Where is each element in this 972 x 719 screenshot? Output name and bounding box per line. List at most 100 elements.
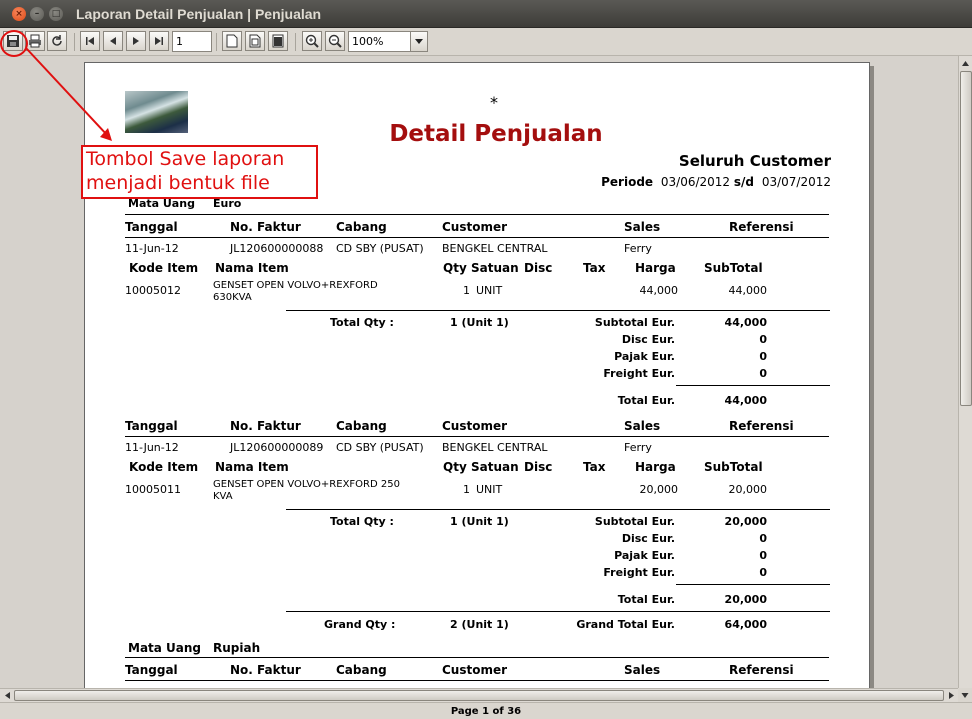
- divider: [286, 509, 830, 510]
- header-no-faktur: No. Faktur: [230, 663, 301, 677]
- customer-scope: Seluruh Customer: [678, 152, 831, 170]
- header-referensi: Referensi: [729, 419, 794, 433]
- scroll-up-button[interactable]: [959, 56, 972, 70]
- item-code: 10005012: [125, 284, 181, 297]
- scroll-right-button[interactable]: [944, 689, 958, 702]
- header-qty: Qty: [443, 460, 467, 474]
- freight-value: 0: [759, 566, 767, 579]
- header-cabang: Cabang: [336, 419, 387, 433]
- horizontal-scrollbar[interactable]: [0, 688, 958, 702]
- vertical-scroll-thumb[interactable]: [960, 71, 972, 406]
- invoice-branch: CD SBY (PUSAT): [336, 242, 424, 255]
- total-value: 20,000: [724, 593, 767, 606]
- disc-label: Disc Eur.: [621, 333, 675, 346]
- item-price: 20,000: [639, 483, 679, 496]
- zoom-dropdown-button[interactable]: [410, 31, 428, 52]
- header-no-faktur: No. Faktur: [230, 220, 301, 234]
- divider: [676, 584, 830, 585]
- header-harga: Harga: [635, 261, 676, 275]
- header-referensi: Referensi: [729, 663, 794, 677]
- date-from: 03/06/2012: [660, 175, 731, 189]
- horizontal-scroll-thumb[interactable]: [14, 690, 944, 701]
- header-kode-item: Kode Item: [129, 261, 199, 275]
- total-qty-label: Total Qty :: [330, 316, 394, 329]
- header-subtotal: SubTotal: [704, 460, 763, 474]
- invoice-date: 11-Jun-12: [125, 441, 179, 454]
- item-name-cont: 630KVA: [213, 292, 252, 303]
- header-customer: Customer: [442, 663, 508, 677]
- scroll-corner: [958, 688, 972, 702]
- item-qty: 1: [463, 284, 470, 297]
- subtotal-value: 20,000: [724, 515, 767, 528]
- total-value: 44,000: [724, 394, 767, 407]
- total-qty-value: 1 (Unit 1): [450, 515, 509, 528]
- header-tanggal: Tanggal: [125, 663, 178, 677]
- divider: [125, 680, 829, 681]
- invoice-sales: Ferry: [624, 242, 652, 255]
- divider: [676, 385, 830, 386]
- report-period: Periode 03/06/2012 s/d 03/07/2012: [601, 175, 831, 189]
- header-customer: Customer: [442, 419, 508, 433]
- status-bar: Page 1 of 36: [0, 702, 972, 719]
- zoom-out-icon: [328, 34, 342, 48]
- freight-value: 0: [759, 367, 767, 380]
- subtotal-value: 44,000: [724, 316, 767, 329]
- arrow-down-icon: [961, 693, 969, 698]
- header-referensi: Referensi: [729, 220, 794, 234]
- page-indicator: Page 1 of 36: [450, 706, 522, 717]
- pajak-label: Pajak Eur.: [614, 549, 675, 562]
- header-kode-item: Kode Item: [129, 460, 199, 474]
- total-qty-label: Total Qty :: [330, 515, 394, 528]
- item-subtotal: 20,000: [728, 483, 768, 496]
- freight-label: Freight Eur.: [603, 367, 675, 380]
- item-subtotal: 44,000: [728, 284, 768, 297]
- header-tanggal: Tanggal: [125, 419, 178, 433]
- header-no-faktur: No. Faktur: [230, 419, 301, 433]
- header-sales: Sales: [624, 419, 661, 433]
- pajak-value: 0: [759, 549, 767, 562]
- invoice-branch: CD SBY (PUSAT): [336, 441, 424, 454]
- divider: [125, 237, 829, 238]
- divider: [125, 436, 829, 437]
- arrow-left-icon: [4, 692, 10, 699]
- pajak-value: 0: [759, 350, 767, 363]
- subtotal-label: Subtotal Eur.: [594, 515, 675, 528]
- zoom-out-button[interactable]: [325, 31, 345, 51]
- invoice-customer: BENGKEL CENTRAL: [442, 242, 548, 255]
- grand-qty-label: Grand Qty :: [324, 618, 396, 631]
- header-disc: Disc: [524, 261, 553, 275]
- divider: [125, 214, 829, 215]
- header-tax: Tax: [583, 460, 606, 474]
- vertical-scrollbar[interactable]: [958, 56, 972, 688]
- scroll-left-button[interactable]: [0, 689, 14, 702]
- currency-label: Mata Uang: [128, 641, 202, 655]
- header-satuan: Satuan: [471, 460, 519, 474]
- item-code: 10005011: [125, 483, 181, 496]
- grand-total-label: Grand Total Eur.: [576, 618, 675, 631]
- header-marker: *: [490, 93, 498, 112]
- disc-value: 0: [759, 532, 767, 545]
- subtotal-label: Subtotal Eur.: [594, 316, 675, 329]
- divider: [286, 310, 830, 311]
- header-disc: Disc: [524, 460, 553, 474]
- header-cabang: Cabang: [336, 220, 387, 234]
- annotation-line-1: Tombol Save laporan: [86, 148, 285, 170]
- pajak-label: Pajak Eur.: [614, 350, 675, 363]
- disc-label: Disc Eur.: [621, 532, 675, 545]
- header-sales: Sales: [624, 220, 661, 234]
- divider: [286, 611, 830, 612]
- item-price: 44,000: [639, 284, 679, 297]
- header-harga: Harga: [635, 460, 676, 474]
- invoice-customer: BENGKEL CENTRAL: [442, 441, 548, 454]
- item-name: GENSET OPEN VOLVO+REXFORD: [213, 280, 378, 291]
- zoom-select[interactable]: 100%: [348, 31, 411, 52]
- annotation-line-2: menjadi bentuk file: [86, 172, 270, 194]
- invoice-date: 11-Jun-12: [125, 242, 179, 255]
- divider: [125, 657, 829, 658]
- arrow-right-icon: [948, 692, 954, 699]
- header-tanggal: Tanggal: [125, 220, 178, 234]
- header-nama-item: Nama Item: [215, 261, 289, 275]
- header-subtotal: SubTotal: [704, 261, 763, 275]
- header-nama-item: Nama Item: [215, 460, 289, 474]
- total-label: Total Eur.: [617, 394, 675, 407]
